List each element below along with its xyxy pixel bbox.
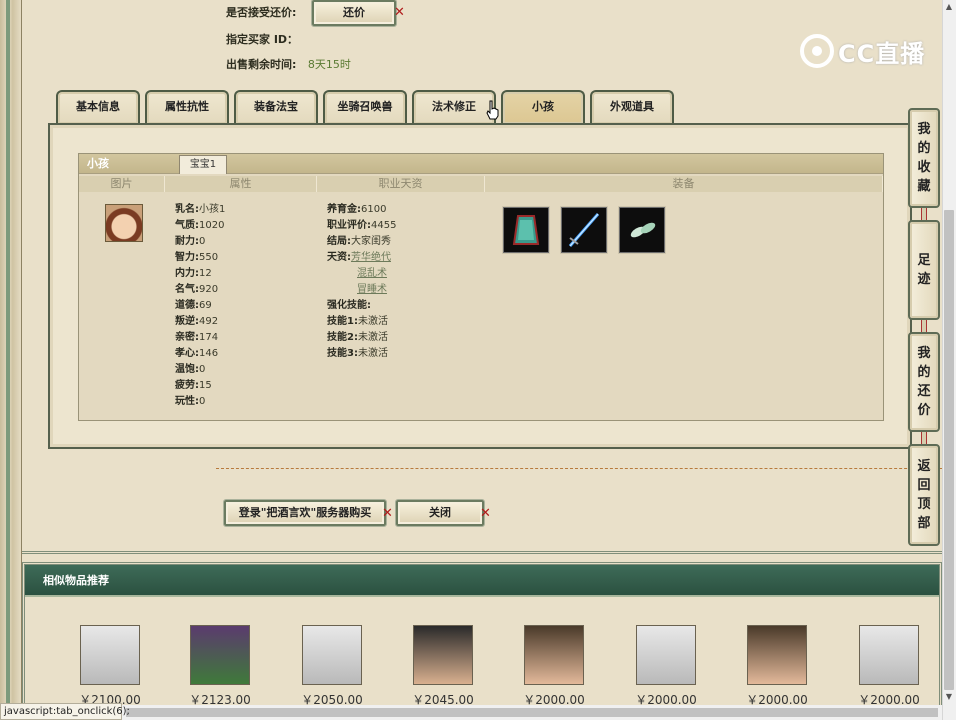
- tab-spell-correction[interactable]: 法术修正: [412, 90, 496, 124]
- skill-row: 技能1:未激活: [327, 316, 388, 327]
- robe-icon-svg: [512, 215, 540, 245]
- tab-basic-info[interactable]: 基本信息: [56, 90, 140, 124]
- sword-icon[interactable]: [561, 207, 607, 253]
- similar-item[interactable]: [302, 625, 362, 685]
- robe-icon[interactable]: [503, 207, 549, 253]
- avatar[interactable]: [80, 625, 140, 685]
- attr-row: 气质:1020: [175, 220, 225, 231]
- col-attributes: 属性: [165, 176, 317, 192]
- hand-cursor-icon: [486, 100, 499, 120]
- col-career: 职业天资: [317, 176, 485, 192]
- close-button[interactable]: 关闭: [395, 499, 485, 527]
- scroll-up-icon[interactable]: ▲: [942, 0, 956, 14]
- talent-row: 冒睡术: [357, 282, 387, 298]
- horizontal-scrollbar[interactable]: [122, 705, 942, 720]
- attr-row: 叛逆:492: [175, 316, 219, 327]
- child-panel-title: 小孩: [87, 157, 109, 170]
- tab-appearance[interactable]: 外观道具: [590, 90, 674, 124]
- similar-item[interactable]: [80, 625, 140, 685]
- scrollbar-thumb[interactable]: [944, 210, 954, 690]
- attr-row: 温饱:0: [175, 364, 206, 375]
- avatar[interactable]: [636, 625, 696, 685]
- attr-row: 乳名:小孩1: [175, 204, 226, 215]
- skill-row: 技能3:未激活: [327, 348, 388, 359]
- child-inner-box: 小孩 宝宝1 图片 属性 职业天资 装备 乳名:小孩1 气质:1020 耐力:0…: [78, 153, 884, 421]
- sword-icon-svg: [568, 213, 600, 247]
- similar-item[interactable]: [524, 625, 584, 685]
- child-panel: 小孩 宝宝1 图片 属性 职业天资 装备 乳名:小孩1 气质:1020 耐力:0…: [48, 123, 912, 449]
- avatar[interactable]: [859, 625, 919, 685]
- main-content: 是否接受还价: 还价 ✕ 指定买家 ID： 出售剩余时间: 8天15时 基本信息…: [22, 0, 942, 554]
- attr-row: 孝心:146: [175, 348, 219, 359]
- ending-row: 结局:大家闺秀: [327, 236, 391, 247]
- side-favorites-button[interactable]: 我 的 收 藏: [908, 108, 940, 208]
- charm-icon-svg: [630, 222, 656, 238]
- similar-items-title: 相似物品推荐: [25, 565, 939, 597]
- side-counter-offers-button[interactable]: 我 的 还 价: [908, 332, 940, 432]
- attr-row: 内力:12: [175, 268, 212, 279]
- talent-link[interactable]: 芳华绝代: [351, 252, 391, 263]
- talent-link[interactable]: 混乱术: [357, 268, 387, 279]
- time-left-value: 8天15时: [307, 58, 351, 71]
- tab-equipment[interactable]: 装备法宝: [234, 90, 318, 124]
- talent-row: 天资:芳华绝代: [327, 252, 391, 263]
- avatar[interactable]: [747, 625, 807, 685]
- similar-item[interactable]: [413, 625, 473, 685]
- raise-gold-row: 养育金:6100: [327, 204, 387, 215]
- login-buy-button[interactable]: 登录"把酒言欢"服务器购买: [223, 499, 387, 527]
- similar-item[interactable]: [747, 625, 807, 685]
- child-portrait[interactable]: [105, 204, 143, 242]
- avatar[interactable]: [302, 625, 362, 685]
- time-left-row: 出售剩余时间: 8天15时: [226, 55, 351, 75]
- counter-offer-row: 是否接受还价:: [226, 3, 296, 23]
- buyer-id-label: 指定买家 ID：: [226, 33, 299, 46]
- side-footprints-button[interactable]: 足 迹: [908, 220, 940, 320]
- close-x-icon: ✕: [382, 506, 393, 521]
- status-bar: javascript:tab_onclick(6);: [0, 703, 130, 720]
- attr-row: 名气:920: [175, 284, 219, 295]
- talent-link[interactable]: 冒睡术: [357, 284, 387, 295]
- logo-text: CC直播: [838, 39, 926, 68]
- rating-row: 职业评价:4455: [327, 220, 397, 231]
- close-x-icon: ✕: [394, 5, 405, 20]
- attr-row: 玩性:0: [175, 396, 206, 407]
- cc-logo-icon: [800, 34, 834, 68]
- attr-row: 智力:550: [175, 252, 219, 263]
- child-panel-header: 小孩 宝宝1: [79, 154, 883, 174]
- similar-item[interactable]: [636, 625, 696, 685]
- avatar[interactable]: [413, 625, 473, 685]
- avatar[interactable]: [190, 625, 250, 685]
- attr-row: 耐力:0: [175, 236, 206, 247]
- side-connector: [921, 432, 927, 444]
- tab-mounts[interactable]: 坐骑召唤兽: [323, 90, 407, 124]
- counter-offer-label: 是否接受还价:: [226, 6, 297, 19]
- side-connector: [921, 208, 927, 220]
- side-back-to-top-button[interactable]: 返 回 顶 部: [908, 444, 940, 546]
- tab-child[interactable]: 小孩: [501, 90, 585, 124]
- attr-row: 亲密:174: [175, 332, 219, 343]
- page-left-border: [0, 0, 22, 720]
- skill-row: 技能2:未激活: [327, 332, 388, 343]
- col-equipment: 装备: [485, 176, 883, 192]
- buyer-id-row: 指定买家 ID：: [226, 30, 298, 50]
- avatar[interactable]: [524, 625, 584, 685]
- close-x-icon: ✕: [480, 506, 491, 521]
- counter-offer-button[interactable]: 还价: [311, 0, 397, 27]
- time-left-label: 出售剩余时间:: [226, 58, 297, 71]
- scroll-down-icon[interactable]: ▼: [942, 690, 956, 704]
- similar-item[interactable]: [190, 625, 250, 685]
- charm-icon[interactable]: [619, 207, 665, 253]
- col-image: 图片: [79, 176, 165, 192]
- sub-tab-baby1[interactable]: 宝宝1: [179, 155, 227, 174]
- hscrollbar-thumb[interactable]: [126, 708, 938, 717]
- similar-item[interactable]: [859, 625, 919, 685]
- tab-attributes[interactable]: 属性抗性: [145, 90, 229, 124]
- dashed-separator: [216, 468, 942, 469]
- skills-header: 强化技能:: [327, 300, 371, 311]
- side-connector: [921, 320, 927, 332]
- attr-row: 疲劳:15: [175, 380, 212, 391]
- cc-live-logo: CC直播: [800, 32, 930, 70]
- talent-row: 混乱术: [357, 266, 387, 282]
- attr-row: 道德:69: [175, 300, 212, 311]
